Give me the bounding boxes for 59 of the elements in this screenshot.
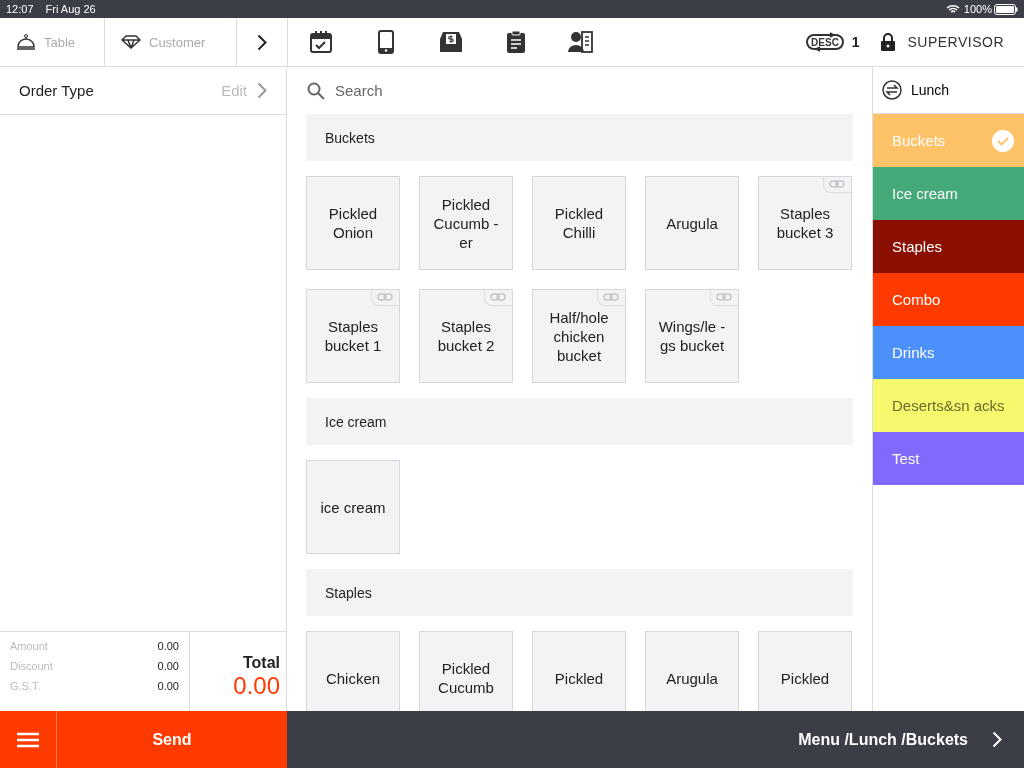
send-button[interactable]: Send (57, 711, 287, 768)
item-tile[interactable]: Pickled (758, 631, 852, 711)
item-tile[interactable]: Pickled Cucumb -er (419, 176, 513, 270)
total-row-value: 0.00 (157, 640, 179, 652)
check-icon (992, 129, 1014, 152)
order-type-label: Order Type (19, 82, 94, 99)
total-row-label: G.S.T. (10, 680, 41, 692)
link-icon (484, 290, 512, 306)
link-icon (371, 290, 399, 306)
item-tile[interactable]: Staples bucket 3 (758, 176, 852, 270)
link-icon (597, 290, 625, 306)
category-tab[interactable]: Deserts&sn acks (873, 379, 1024, 432)
search-icon (307, 81, 325, 100)
total-row-value: 0.00 (157, 680, 179, 692)
swap-icon (882, 80, 902, 100)
desc-count: 1 (851, 34, 860, 50)
item-tile[interactable]: Pickled (532, 631, 626, 711)
item-tile[interactable]: Staples bucket 2 (419, 289, 513, 383)
item-tile[interactable]: ice cream (306, 460, 400, 554)
total-label: Total (242, 653, 280, 672)
item-tile[interactable]: Wings/le -gs bucket (645, 289, 739, 383)
link-icon (823, 177, 851, 193)
item-tile[interactable]: Staples bucket 1 (306, 289, 400, 383)
contact-card-icon[interactable] (567, 28, 595, 56)
total-row-label: Amount (10, 640, 48, 652)
item-tile[interactable]: Chicken (306, 631, 400, 711)
total-value: 0.00 (233, 671, 280, 700)
user-role: SUPERVISOR (907, 34, 1004, 50)
desc-sort-icon: DESC (805, 32, 844, 52)
breadcrumb: Menu /Lunch /Buckets (798, 730, 968, 749)
status-time: 12:07 (6, 3, 34, 15)
menu-icon (17, 731, 39, 748)
chevron-right-icon (257, 82, 267, 99)
link-icon (710, 290, 738, 306)
chevron-right-icon (992, 731, 1002, 748)
item-tile[interactable]: Arugula (645, 631, 739, 711)
diamond-icon (121, 35, 141, 49)
category-tab[interactable]: Staples (873, 220, 1024, 273)
section-header: Ice cream (306, 398, 853, 445)
lock-icon (881, 33, 896, 51)
item-tile[interactable]: Half/hole chicken bucket (532, 289, 626, 383)
item-tile[interactable]: Pickled Cucumb (419, 631, 513, 711)
calendar-check-icon[interactable] (307, 28, 335, 56)
battery-percent: 100% (963, 3, 992, 15)
menu-button[interactable] (0, 711, 57, 768)
total-row-label: Discount (10, 660, 53, 672)
section-header: Staples (306, 569, 853, 616)
section-header: Buckets (306, 114, 853, 161)
status-date: Fri Aug 26 (45, 3, 96, 15)
item-tile[interactable]: Pickled Onion (306, 176, 400, 270)
total-row-value: 0.00 (157, 660, 179, 672)
battery-icon (994, 3, 1018, 15)
item-tile[interactable]: Pickled Chilli (532, 176, 626, 270)
category-tab[interactable]: Combo (873, 273, 1024, 326)
chevron-right-icon (257, 33, 267, 51)
wifi-icon (945, 4, 960, 14)
item-tile[interactable]: Arugula (645, 176, 739, 270)
category-tab[interactable]: Test (873, 432, 1024, 485)
service-bell-icon (16, 33, 36, 51)
